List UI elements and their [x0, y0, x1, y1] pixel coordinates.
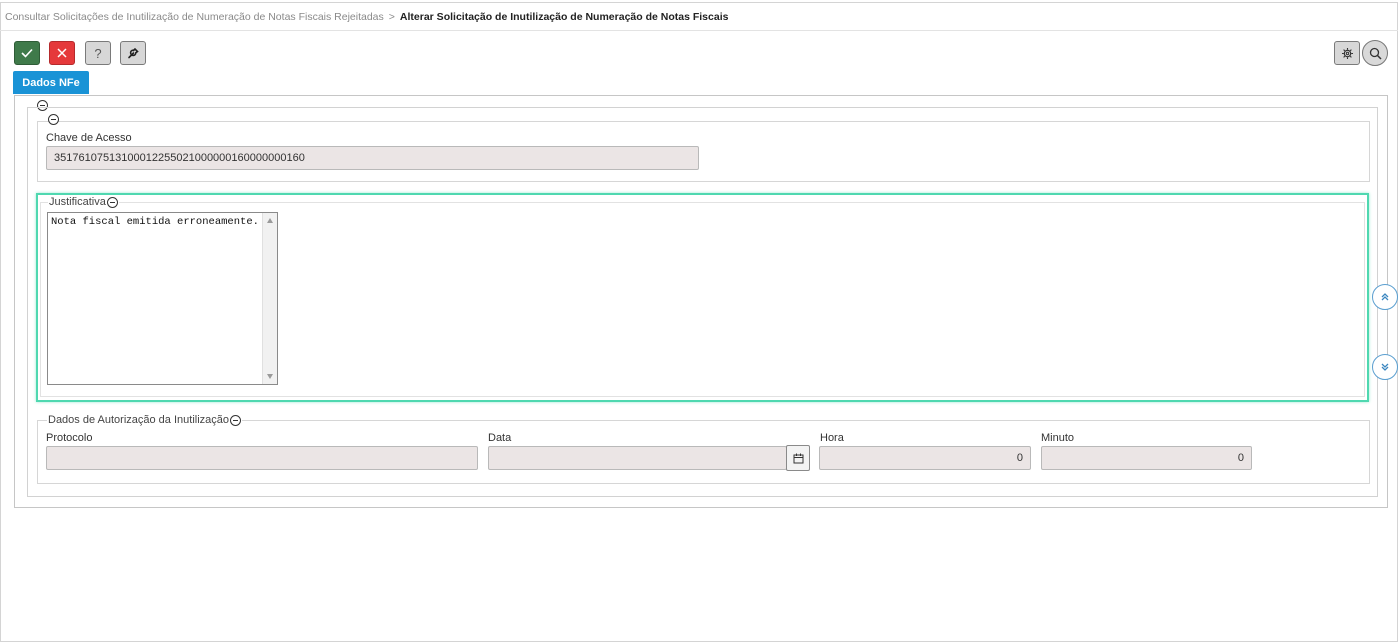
hora-field[interactable]: 0	[819, 446, 1031, 470]
scroll-up-arrow-icon[interactable]	[267, 218, 273, 223]
collapse-chave-icon[interactable]	[48, 114, 59, 125]
gear-icon	[1341, 47, 1353, 59]
collapse-justificativa-icon[interactable]	[106, 196, 118, 208]
tools-button[interactable]	[120, 41, 146, 65]
scroll-to-top-button[interactable]	[1372, 284, 1398, 310]
cancel-button[interactable]	[49, 41, 75, 65]
data-label: Data	[488, 432, 512, 444]
help-button[interactable]: ?	[85, 41, 111, 65]
settings-button[interactable]	[1334, 41, 1360, 65]
justificativa-legend-label: Justificativa	[49, 196, 106, 208]
scroll-to-bottom-button[interactable]	[1372, 354, 1398, 380]
check-icon	[21, 48, 33, 58]
breadcrumb-parent-link[interactable]: Consultar Solicitações de Inutilização d…	[5, 11, 384, 23]
chave-acesso-label: Chave de Acesso	[46, 132, 132, 144]
double-chevron-down-icon	[1381, 363, 1389, 371]
data-field[interactable]	[488, 446, 787, 470]
calendar-icon	[793, 453, 803, 463]
autorizacao-legend: Dados de Autorização da Inutilização	[47, 414, 243, 426]
hora-label: Hora	[820, 432, 844, 444]
search-icon	[1369, 47, 1382, 60]
chave-acesso-field[interactable]: 3517610751310001225502100000016000000016…	[46, 146, 699, 170]
justificativa-legend: Justificativa	[48, 196, 119, 208]
confirm-button[interactable]	[14, 41, 40, 65]
breadcrumb-separator: >	[388, 11, 395, 23]
double-chevron-up-icon	[1381, 293, 1389, 301]
breadcrumb-divider	[0, 30, 1398, 31]
question-icon: ?	[94, 45, 102, 61]
protocolo-field[interactable]	[46, 446, 478, 470]
minuto-label: Minuto	[1041, 432, 1075, 444]
protocolo-label: Protocolo	[46, 432, 93, 444]
scroll-down-arrow-icon[interactable]	[267, 374, 273, 379]
tab-dados-nfe[interactable]: Dados NFe	[13, 71, 89, 94]
collapse-autorizacao-icon[interactable]	[230, 414, 242, 426]
autorizacao-legend-label: Dados de Autorização da Inutilização	[48, 414, 230, 426]
close-icon	[57, 48, 67, 58]
breadcrumb: Consultar Solicitações de Inutilização d…	[5, 11, 728, 23]
breadcrumb-current: Alterar Solicitação de Inutilização de N…	[399, 11, 729, 23]
textarea-scrollbar[interactable]	[262, 213, 277, 384]
wrench-icon	[128, 47, 139, 59]
search-button[interactable]	[1362, 40, 1388, 66]
date-picker-button[interactable]	[786, 445, 810, 471]
minuto-field[interactable]: 0	[1041, 446, 1252, 470]
justificativa-textarea[interactable]: Nota fiscal emitida erroneamente.	[47, 212, 278, 385]
